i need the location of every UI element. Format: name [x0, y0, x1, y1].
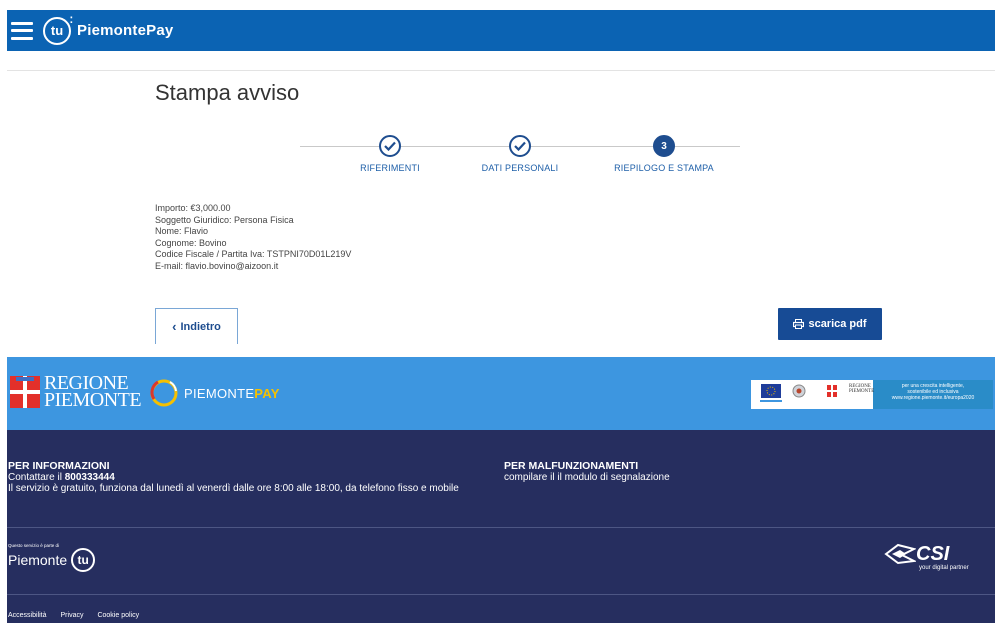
footer-divider-bottom [7, 594, 995, 595]
brand-name[interactable]: PiemontePay [77, 22, 173, 39]
piemontepay-logo[interactable]: PIEMONTEPAY [148, 377, 280, 409]
page-title: Stampa avviso [155, 80, 300, 105]
back-button-label: Indietro [180, 320, 221, 333]
footer-links: Accessibilità Privacy Cookie policy [8, 612, 139, 619]
regione-flag-icon [10, 376, 40, 408]
stepper: RIFERIMENTI DATI PERSONALI 3 RIEPILOGO E… [300, 130, 740, 180]
step-riferimenti: RIFERIMENTI [320, 135, 460, 173]
info-contact-prefix: Contattare il [8, 472, 65, 483]
chevron-left-icon: ‹ [172, 319, 177, 334]
malf-heading: PER MALFUNZIONAMENTI [504, 460, 639, 472]
piemonte-word: PIEMONTE [44, 389, 142, 411]
step-number: 3 [653, 135, 675, 157]
tu-ring-text: tu [77, 553, 89, 567]
summary-email: E-mail: flavio.bovino@aizoon.it [155, 260, 279, 271]
csi-tagline: your digital partner [919, 565, 969, 571]
step-dati-personali: DATI PERSONALI [450, 135, 590, 173]
page: tu ⁚ PiemontePay Stampa avviso RIFERIMEN… [0, 0, 995, 623]
eu-tagline: per una crescita intelligente, sostenibi… [873, 380, 993, 409]
summary-cognome: Cognome: Bovino [155, 237, 227, 248]
csi-word: CSI [916, 543, 950, 565]
header-divider [7, 51, 995, 71]
step-label: RIFERIMENTI [360, 163, 420, 173]
printer-icon [793, 319, 805, 329]
link-accessibilita[interactable]: Accessibilità [8, 612, 47, 619]
info-contact: Contattare il 800333444 [8, 472, 459, 483]
footer-divider [7, 527, 995, 528]
tu-logo-text: tu [50, 23, 64, 38]
step-riepilogo: 3 RIEPILOGO E STAMPA [594, 135, 734, 173]
malf-block: PER MALFUNZIONAMENTI compilare il il mod… [504, 460, 670, 484]
menu-icon[interactable] [11, 21, 33, 40]
eu-funding-strip: REGIONE PIEMONTE per una crescita intell… [745, 378, 995, 411]
summary-codice-fiscale: Codice Fiscale / Partita Iva: TSTPNI70D0… [155, 249, 352, 259]
piemontepay-ring-icon [150, 379, 178, 407]
piemontepay-part1: PIEMONTE [184, 385, 255, 401]
logo-dots-icon: ⁚ [69, 14, 74, 25]
info-block: PER INFORMAZIONI Contattare il 800333444… [8, 460, 459, 495]
back-button[interactable]: ‹ Indietro [155, 308, 238, 344]
summary-nome: Nome: Flavio [155, 226, 209, 236]
info-hours: Il servizio è gratuito, funziona dal lun… [8, 483, 459, 494]
summary: Importo: €3,000.00 Soggetto Giuridico: P… [155, 203, 351, 272]
download-pdf-button[interactable]: scarica pdf [778, 308, 882, 340]
link-cookie-policy[interactable]: Cookie policy [97, 612, 139, 619]
info-phone[interactable]: 800333444 [65, 472, 115, 483]
link-privacy[interactable]: Privacy [61, 612, 84, 619]
tu-ring-icon: tu [71, 548, 96, 572]
eu-tag-line3: www.regione.piemonte.it/europa2020 [891, 395, 975, 401]
csi-logo[interactable]: CSI your digital partner [884, 543, 969, 571]
csi-swirl-icon [884, 543, 916, 565]
piemontepay-part2: PAY [254, 385, 280, 401]
download-pdf-label: scarica pdf [808, 318, 867, 330]
step-label: DATI PERSONALI [481, 163, 559, 173]
left-gutter [0, 0, 7, 623]
regione-piemonte-logo[interactable]: REGIONE PIEMONTE [10, 373, 142, 411]
piemonte-tu-logo[interactable]: Questo servizio è parte di Piemonte tu [8, 543, 96, 572]
tu-logo: tu ⁚ [43, 14, 74, 45]
step-label: RIEPILOGO E STAMPA [614, 163, 714, 173]
summary-importo: Importo: €3,000.00 [155, 203, 231, 213]
malf-link[interactable]: compilare il il modulo di segnalazione [504, 472, 670, 483]
summary-soggetto: Soggetto Giuridico: Persona Fisica [155, 214, 294, 225]
top-bar: tu ⁚ PiemontePay [7, 10, 995, 51]
eu-strip-piemonte: PIEMONTE [849, 389, 875, 394]
check-icon [379, 135, 401, 157]
info-heading: PER INFORMAZIONI [8, 460, 110, 472]
piemonte-tu-word: Piemonte [8, 552, 68, 568]
check-icon [509, 135, 531, 157]
